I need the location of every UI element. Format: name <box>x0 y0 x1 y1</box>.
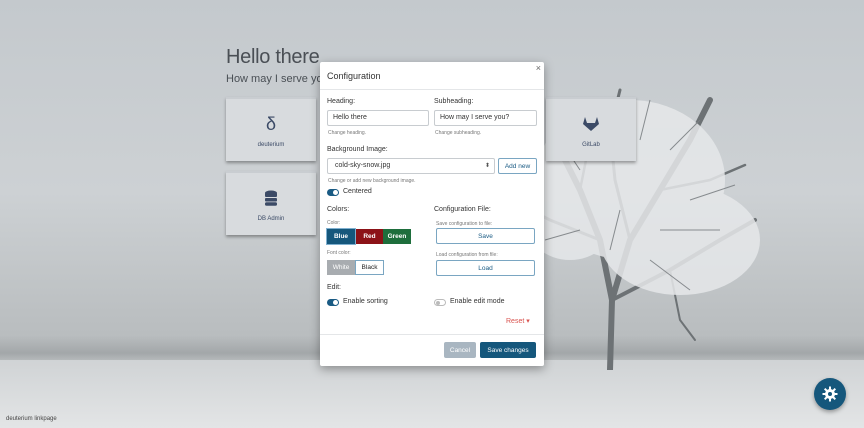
font-color-black-button[interactable]: Black <box>355 260 384 275</box>
centered-toggle[interactable] <box>327 189 339 196</box>
colors-label: Colors: <box>327 206 350 213</box>
heading-hint: Change heading. <box>328 130 367 136</box>
add-new-button[interactable]: Add new <box>498 158 537 174</box>
footer-text: deuterium linkpage <box>6 416 57 422</box>
enable-edit-mode-toggle[interactable] <box>434 299 446 306</box>
edit-label: Edit: <box>327 284 342 291</box>
background-image-hint: Change or add new background image. <box>328 178 416 184</box>
configuration-modal: Configuration × Heading: Hello there Cha… <box>320 62 544 366</box>
save-config-button[interactable]: Save <box>436 228 535 244</box>
subheading-label: Subheading: <box>434 98 474 105</box>
font-color-sublabel: Font color: <box>327 250 351 256</box>
background-image-select[interactable]: cold-sky-snow.jpg ⬍ <box>327 158 495 174</box>
color-green-button[interactable]: Green <box>383 229 411 244</box>
color-sublabel: Color: <box>327 220 341 226</box>
color-blue-button[interactable]: Blue <box>326 228 356 245</box>
gear-icon <box>822 386 838 402</box>
load-config-sublabel: Load configuration from file: <box>436 252 498 258</box>
home-heading: Hello there <box>226 46 320 68</box>
tile-deuterium[interactable]: δ deuterium <box>226 97 316 161</box>
enable-sorting-label: Enable sorting <box>343 298 388 305</box>
cancel-button[interactable]: Cancel <box>444 342 476 358</box>
configuration-file-label: Configuration File: <box>434 206 491 213</box>
save-config-sublabel: Save configuration to file: <box>436 221 493 227</box>
heading-label: Heading: <box>327 98 356 105</box>
save-changes-button[interactable]: Save changes <box>480 342 536 358</box>
home-subheading: How may I serve you? <box>226 73 335 85</box>
enable-sorting-toggle[interactable] <box>327 299 339 306</box>
load-config-button[interactable]: Load <box>436 260 535 276</box>
gitlab-icon <box>582 112 600 136</box>
centered-label: Centered <box>343 188 372 195</box>
background-image-label: Background Image: <box>327 146 388 153</box>
enable-edit-mode-label: Enable edit mode <box>450 298 505 305</box>
tile-label: deuterium <box>257 142 285 148</box>
tile-label: GitLab <box>582 142 600 148</box>
database-icon <box>264 186 278 210</box>
subheading-input[interactable]: How may I serve you? <box>434 110 537 126</box>
tile-gitlab[interactable]: GitLab <box>546 97 636 161</box>
modal-header: Configuration × <box>320 62 544 90</box>
font-color-white-button[interactable]: White <box>327 260 355 275</box>
delta-icon: δ <box>265 113 277 134</box>
settings-fab[interactable] <box>814 378 846 410</box>
color-red-button[interactable]: Red <box>356 229 383 244</box>
chevron-updown-icon: ⬍ <box>484 163 490 169</box>
modal-footer-divider <box>320 334 544 335</box>
background-snow-ground <box>0 360 864 428</box>
tile-label: DB Admin <box>257 216 285 222</box>
home-greeting: Hello there How may I serve you? <box>226 46 335 85</box>
subheading-hint: Change subheading. <box>435 130 482 136</box>
tile-db-admin[interactable]: DB Admin <box>226 171 316 235</box>
reset-dropdown[interactable]: Reset ▾ <box>506 317 530 325</box>
close-icon[interactable]: × <box>536 63 541 73</box>
heading-input[interactable]: Hello there <box>327 110 429 126</box>
background-image-value: cold-sky-snow.jpg <box>335 162 391 169</box>
modal-title: Configuration <box>327 71 381 81</box>
